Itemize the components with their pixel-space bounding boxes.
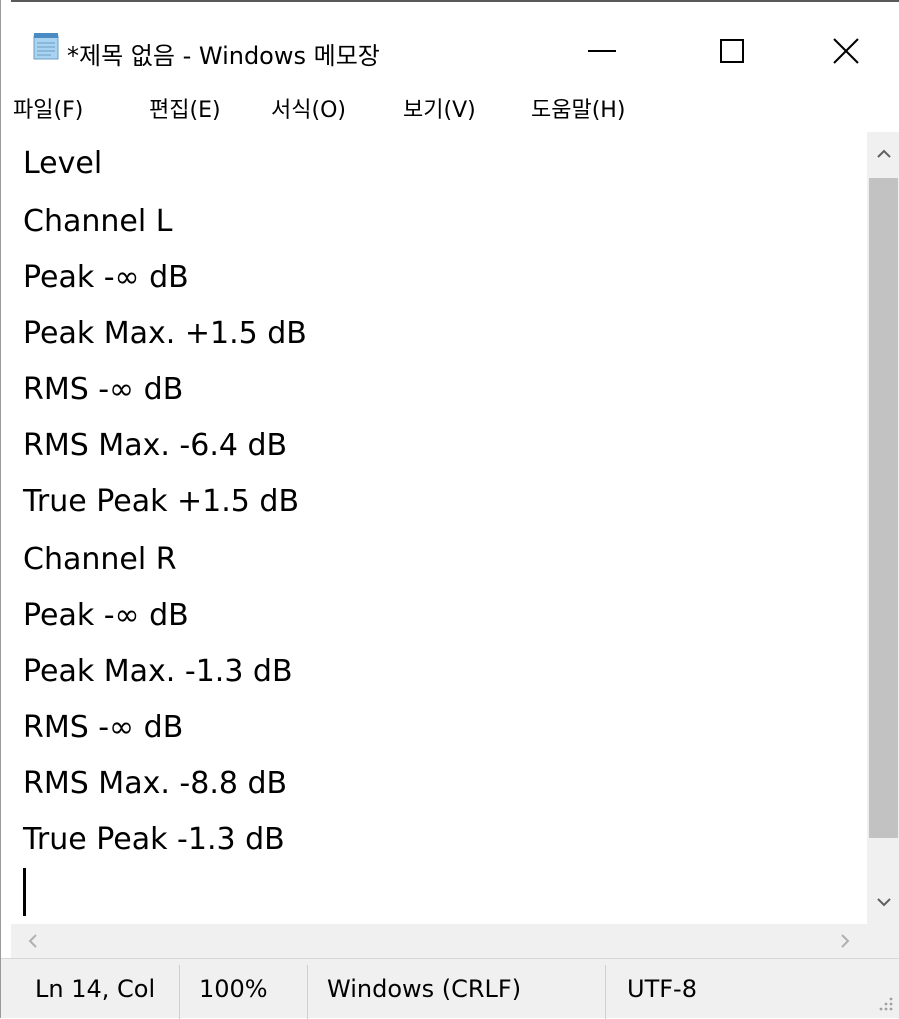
minimize-icon	[588, 50, 616, 52]
scroll-up-button[interactable]	[867, 132, 899, 176]
editor-line: RMS -∞ dB	[23, 710, 184, 745]
status-divider	[307, 965, 308, 1019]
editor-line: RMS -∞ dB	[23, 372, 184, 407]
notepad-window: *제목 없음 - Windows 메모장 파일(F) 편집(E) 서식(O) 보…	[0, 0, 899, 1019]
editor-line: RMS Max. -6.4 dB	[23, 428, 288, 463]
horizontal-scrollbar[interactable]	[11, 924, 899, 958]
menu-format[interactable]: 서식(O)	[271, 92, 346, 124]
status-zoom: 100%	[199, 975, 268, 1003]
status-line-ending: Windows (CRLF)	[327, 975, 522, 1003]
menu-view[interactable]: 보기(V)	[403, 92, 476, 124]
editor-line: True Peak +1.5 dB	[23, 484, 300, 519]
text-caret	[23, 868, 26, 916]
maximize-button[interactable]	[677, 20, 787, 82]
vertical-scroll-thumb[interactable]	[869, 178, 898, 838]
editor-line: Peak -∞ dB	[23, 598, 189, 633]
editor-line: Channel R	[23, 542, 177, 577]
editor-line: Level	[23, 146, 103, 181]
menu-help[interactable]: 도움말(H)	[531, 92, 625, 124]
scroll-left-button[interactable]	[11, 924, 55, 958]
window-top-edge	[1, 0, 899, 10]
notepad-icon	[33, 33, 59, 60]
chevron-down-icon	[876, 898, 891, 907]
menu-bar: 파일(F) 편집(E) 서식(O) 보기(V) 도움말(H)	[1, 84, 899, 132]
chevron-right-icon	[841, 934, 850, 948]
editor-line: True Peak -1.3 dB	[23, 822, 285, 857]
editor-line: Peak Max. -1.3 dB	[23, 654, 293, 689]
status-bar: Ln 14, Col 100% Windows (CRLF) UTF-8	[1, 958, 899, 1019]
text-editor[interactable]: Level Channel L Peak -∞ dB Peak Max. +1.…	[11, 132, 867, 924]
status-divider	[605, 965, 606, 1019]
editor-line: Channel L	[23, 204, 173, 239]
resize-grip-icon[interactable]	[876, 994, 894, 1012]
chevron-up-icon	[876, 149, 891, 158]
close-button[interactable]	[791, 20, 899, 82]
scroll-right-button[interactable]	[823, 924, 867, 958]
status-encoding: UTF-8	[627, 975, 697, 1003]
minimize-button[interactable]	[547, 20, 657, 82]
vertical-scrollbar[interactable]	[867, 132, 899, 924]
editor-line: Peak -∞ dB	[23, 260, 189, 295]
status-divider	[179, 965, 180, 1019]
menu-edit[interactable]: 편집(E)	[149, 92, 221, 124]
chevron-left-icon	[28, 934, 37, 948]
menu-file[interactable]: 파일(F)	[13, 92, 83, 124]
editor-line: Peak Max. +1.5 dB	[23, 316, 307, 351]
status-cursor-position: Ln 14, Col	[35, 975, 156, 1003]
title-bar[interactable]: *제목 없음 - Windows 메모장	[1, 10, 899, 82]
window-title: *제목 없음 - Windows 메모장	[67, 42, 380, 70]
maximize-icon	[720, 39, 744, 63]
close-icon	[833, 38, 859, 64]
scroll-down-button[interactable]	[867, 880, 899, 924]
editor-line: RMS Max. -8.8 dB	[23, 766, 288, 801]
